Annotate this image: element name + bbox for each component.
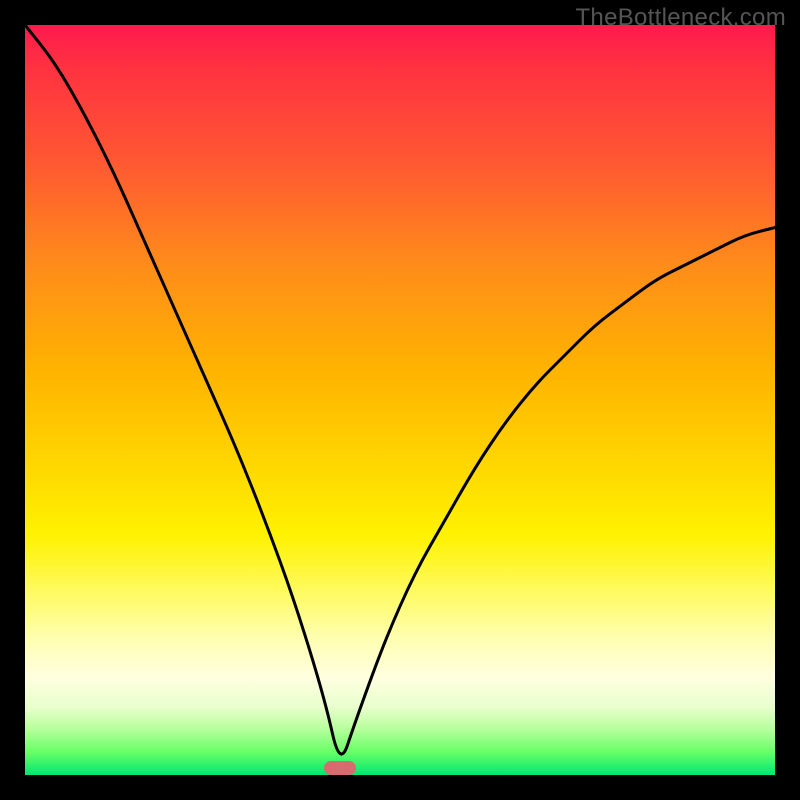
plot-area <box>25 25 775 775</box>
chart-frame: TheBottleneck.com <box>0 0 800 800</box>
optimal-marker <box>324 761 356 775</box>
watermark-text: TheBottleneck.com <box>575 4 786 32</box>
bottleneck-curve <box>25 25 775 775</box>
